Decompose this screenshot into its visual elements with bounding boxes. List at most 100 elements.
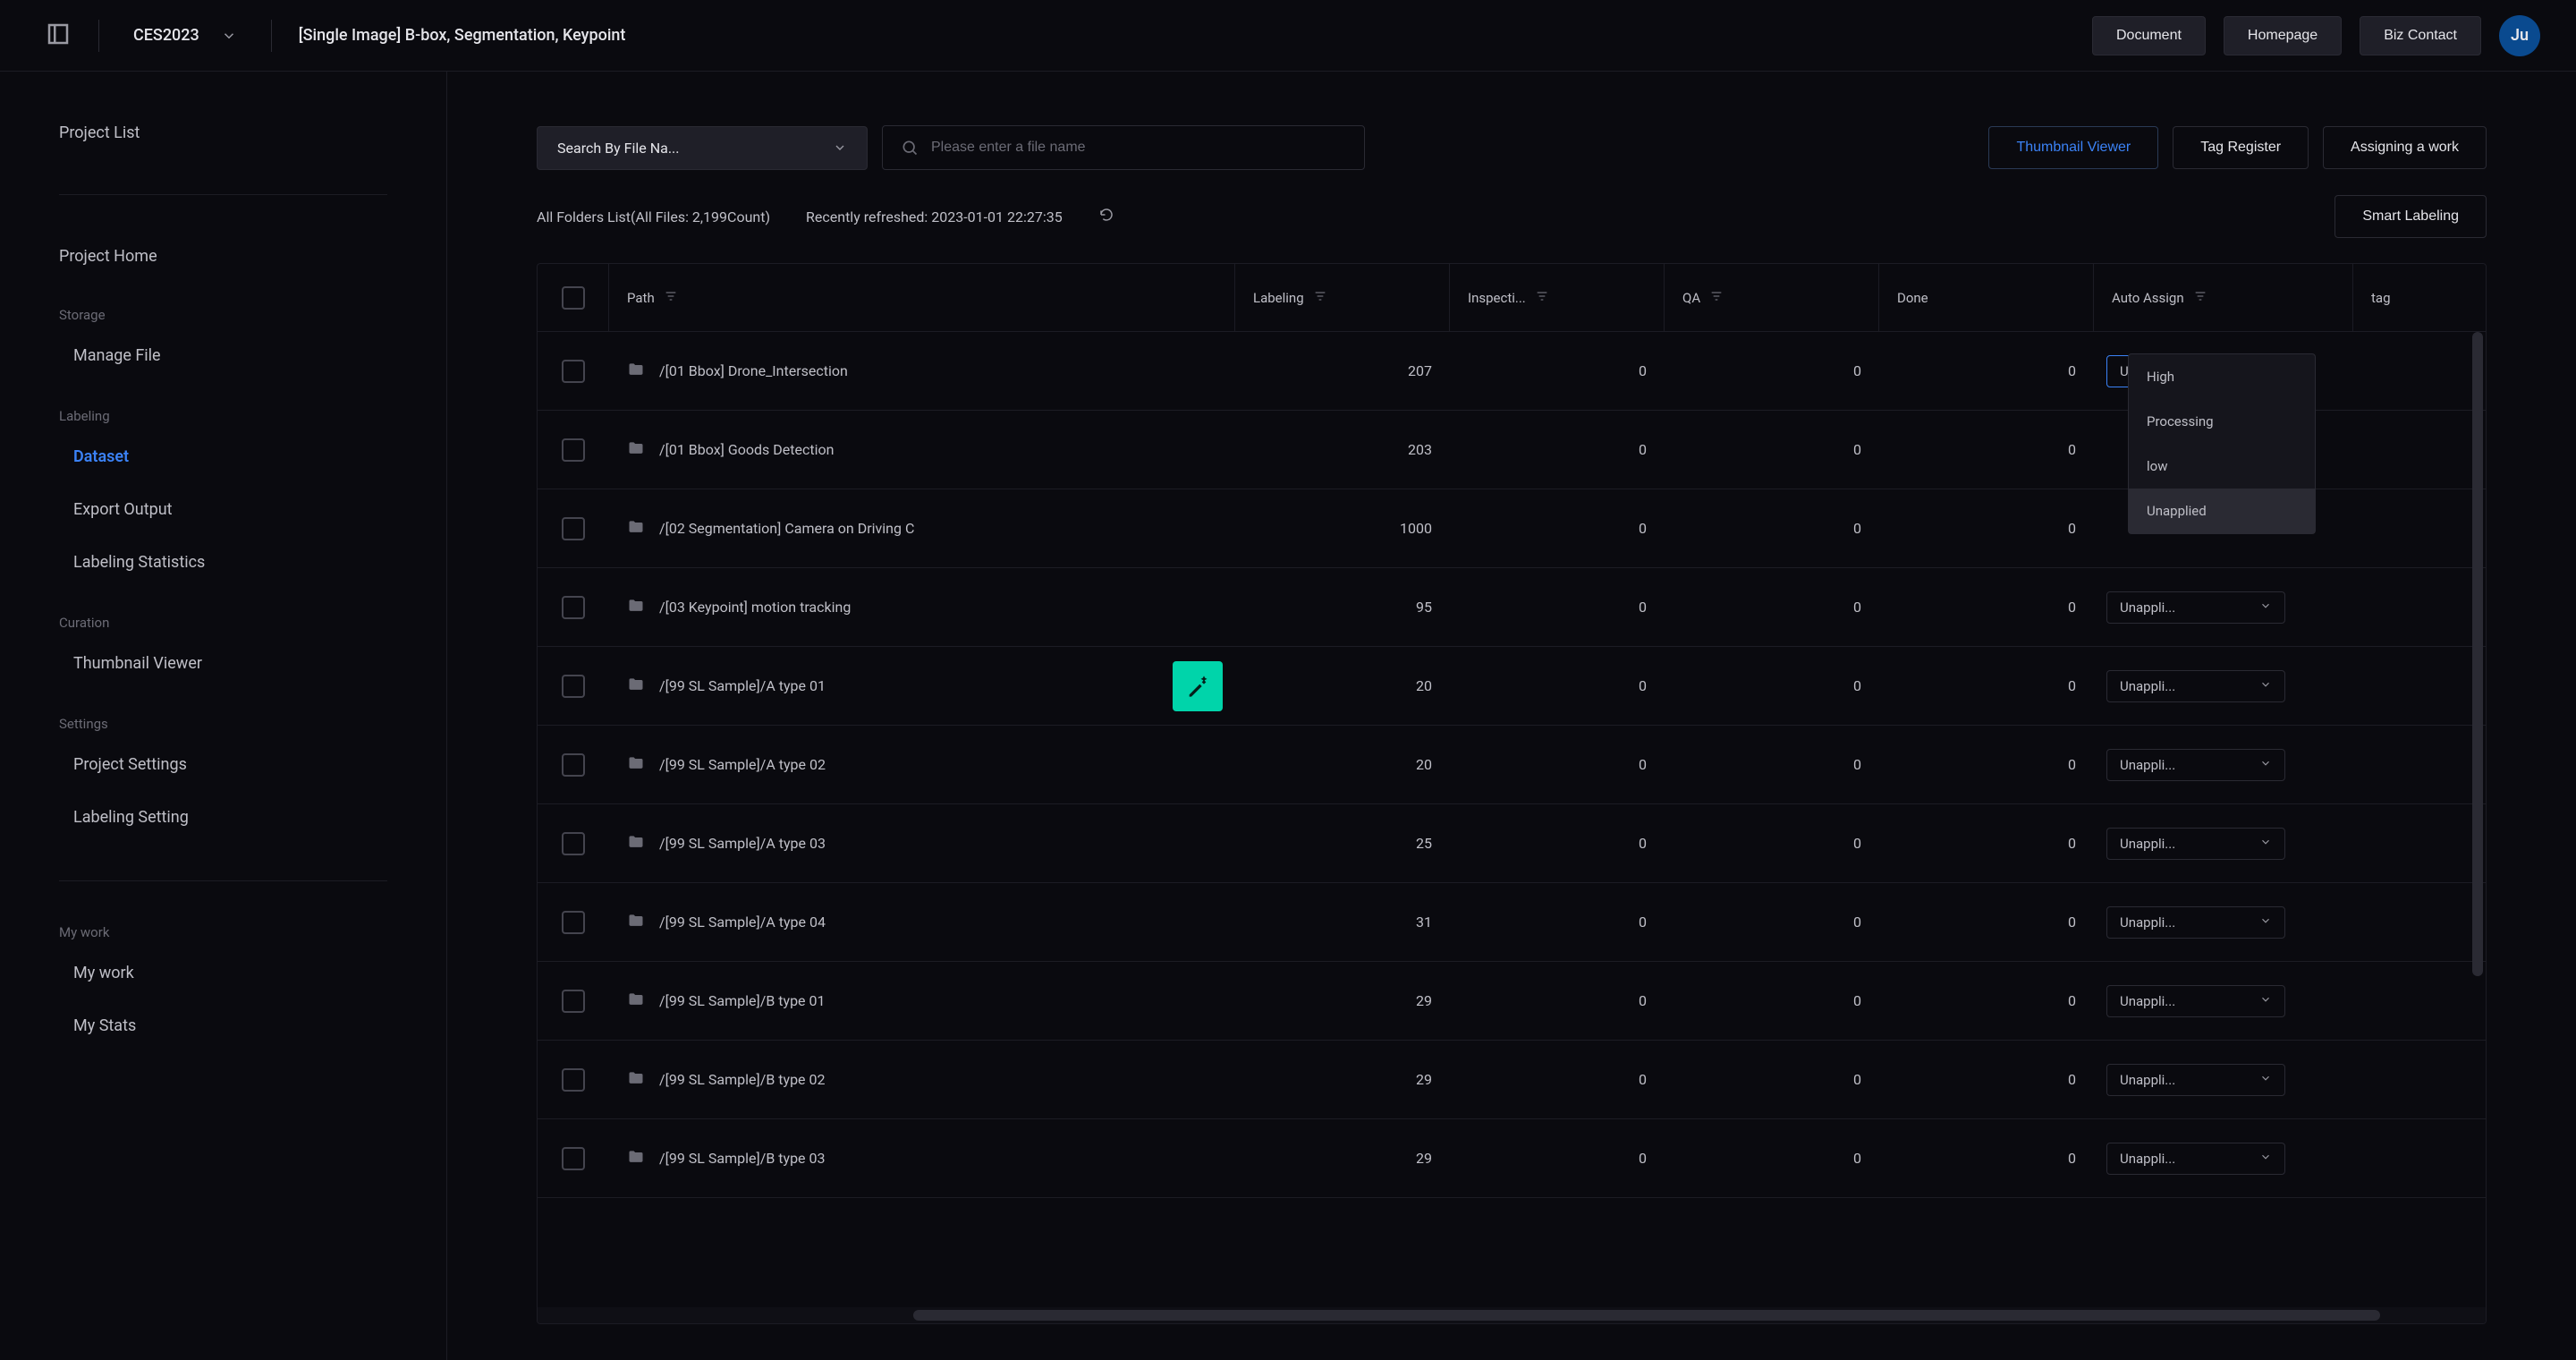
auto-assign-select[interactable]: Unappli... [2106, 1064, 2285, 1096]
col-labeling[interactable]: Labeling [1235, 264, 1450, 331]
sidebar-item-export-output[interactable]: Export Output [0, 489, 446, 530]
path-cell[interactable]: /[99 SL Sample]/B type 02 [609, 1041, 1235, 1118]
auto-assign-select[interactable]: Unappli... [2106, 906, 2285, 939]
table-row[interactable]: /[99 SL Sample]/A type 0220000Unappli... [538, 726, 2486, 804]
labeling-value: 29 [1235, 962, 1450, 1040]
row-checkbox[interactable] [538, 1119, 609, 1197]
select-all-check[interactable] [538, 264, 609, 331]
done-value: 0 [1879, 411, 2094, 489]
path-cell[interactable]: /[99 SL Sample]/A type 02 [609, 726, 1235, 803]
row-checkbox[interactable] [538, 1041, 609, 1118]
folder-icon [627, 518, 645, 540]
path-cell[interactable]: /[99 SL Sample]/B type 03 [609, 1119, 1235, 1197]
sidebar-item-my-stats[interactable]: My Stats [0, 1006, 446, 1046]
row-checkbox[interactable] [538, 647, 609, 725]
row-checkbox[interactable] [538, 804, 609, 882]
path-cell[interactable]: /[99 SL Sample]/A type 04 [609, 883, 1235, 961]
avatar[interactable]: Ju [2499, 15, 2540, 56]
auto-assign-select[interactable]: Unappli... [2106, 670, 2285, 702]
folder-icon [627, 361, 645, 382]
document-button[interactable]: Document [2092, 16, 2206, 55]
path-cell[interactable]: /[99 SL Sample]/B type 01 [609, 962, 1235, 1040]
sidebar-item-project-settings[interactable]: Project Settings [0, 744, 446, 785]
dropdown-option[interactable]: Processing [2129, 399, 2315, 444]
col-auto-assign[interactable]: Auto Assign [2094, 264, 2353, 331]
sidebar-toggle-icon[interactable] [45, 21, 72, 51]
thumbnail-viewer-button[interactable]: Thumbnail Viewer [1988, 126, 2158, 169]
assigning-work-button[interactable]: Assigning a work [2323, 126, 2487, 169]
folder-icon [627, 833, 645, 854]
path-cell[interactable]: /[99 SL Sample]/A type 01 [609, 647, 1235, 725]
horizontal-scrollbar[interactable] [538, 1307, 2486, 1323]
sidebar-item-my-work[interactable]: My work [0, 953, 446, 993]
sidebar-project-list[interactable]: Project List [0, 115, 446, 151]
dropdown-option[interactable]: High [2129, 354, 2315, 399]
search-box[interactable] [882, 125, 1365, 170]
table-row[interactable]: /[99 SL Sample]/A type 0120000Unappli... [538, 647, 2486, 726]
auto-assign-select[interactable]: Unappli... [2106, 1143, 2285, 1175]
dropdown-option[interactable]: low [2129, 444, 2315, 489]
smart-label-row-button[interactable] [1173, 661, 1223, 711]
sidebar-item-labeling-statistics[interactable]: Labeling Statistics [0, 542, 446, 582]
refresh-icon[interactable] [1098, 207, 1114, 226]
filter-icon[interactable] [1709, 289, 1724, 307]
row-checkbox[interactable] [538, 962, 609, 1040]
auto-assign-dropdown[interactable]: HighProcessinglowUnapplied [2128, 353, 2316, 534]
row-checkbox[interactable] [538, 568, 609, 646]
auto-assign-select[interactable]: Unappli... [2106, 828, 2285, 860]
filter-icon[interactable] [1313, 289, 1327, 307]
col-qa[interactable]: QA [1665, 264, 1879, 331]
smart-labeling-button[interactable]: Smart Labeling [2334, 195, 2487, 238]
filter-icon[interactable] [2193, 289, 2207, 307]
inspection-value: 0 [1450, 568, 1665, 646]
sidebar-project-home[interactable]: Project Home [0, 238, 446, 275]
filter-icon[interactable] [1535, 289, 1549, 307]
sidebar-item-labeling-setting[interactable]: Labeling Setting [0, 797, 446, 837]
row-checkbox[interactable] [538, 411, 609, 489]
col-tag[interactable]: tag [2353, 264, 2486, 331]
auto-assign-value: Unappli... [2120, 1151, 2175, 1167]
auto-assign-select[interactable]: Unappli... [2106, 591, 2285, 624]
folder-icon [627, 912, 645, 933]
path-cell[interactable]: /[03 Keypoint] motion tracking [609, 568, 1235, 646]
homepage-button[interactable]: Homepage [2224, 16, 2342, 55]
chevron-down-icon [2259, 678, 2272, 694]
path-cell[interactable]: /[99 SL Sample]/A type 03 [609, 804, 1235, 882]
sidebar-item-thumbnail-viewer[interactable]: Thumbnail Viewer [0, 643, 446, 684]
row-checkbox[interactable] [538, 489, 609, 567]
labeling-value: 31 [1235, 883, 1450, 961]
project-select[interactable]: CES2023 [126, 22, 244, 48]
vertical-scrollbar[interactable] [2470, 332, 2486, 1307]
col-path[interactable]: Path [609, 264, 1235, 331]
scroll-thumb[interactable] [2472, 332, 2483, 976]
path-cell[interactable]: /[01 Bbox] Goods Detection [609, 411, 1235, 489]
table-row[interactable]: /[99 SL Sample]/B type 0129000Unappli... [538, 962, 2486, 1041]
filter-icon[interactable] [664, 289, 678, 307]
row-checkbox[interactable] [538, 883, 609, 961]
tag-cell [2353, 962, 2486, 1040]
path-cell[interactable]: /[01 Bbox] Drone_Intersection [609, 332, 1235, 410]
auto-assign-select[interactable]: Unappli... [2106, 985, 2285, 1017]
labeling-value: 29 [1235, 1119, 1450, 1197]
path-cell[interactable]: /[02 Segmentation] Camera on Driving C [609, 489, 1235, 567]
table-row[interactable]: /[99 SL Sample]/A type 0325000Unappli... [538, 804, 2486, 883]
table-row[interactable]: /[99 SL Sample]/B type 0229000Unappli... [538, 1041, 2486, 1119]
sidebar-item-dataset[interactable]: Dataset [0, 437, 446, 477]
table-row[interactable]: /[99 SL Sample]/A type 0431000Unappli... [538, 883, 2486, 962]
chevron-down-icon [2259, 1151, 2272, 1167]
table-row[interactable]: /[99 SL Sample]/B type 0329000Unappli... [538, 1119, 2486, 1198]
search-mode-select[interactable]: Search By File Na... [537, 126, 868, 170]
scroll-thumb[interactable] [913, 1310, 2380, 1321]
topbar-right: Document Homepage Biz Contact Ju [2092, 15, 2540, 56]
sidebar-item-manage-file[interactable]: Manage File [0, 336, 446, 376]
auto-assign-select[interactable]: Unappli... [2106, 749, 2285, 781]
col-inspection[interactable]: Inspecti... [1450, 264, 1665, 331]
col-done[interactable]: Done [1879, 264, 2094, 331]
tag-register-button[interactable]: Tag Register [2173, 126, 2309, 169]
table-row[interactable]: /[03 Keypoint] motion tracking95000Unapp… [538, 568, 2486, 647]
row-checkbox[interactable] [538, 332, 609, 410]
dropdown-option[interactable]: Unapplied [2129, 489, 2315, 533]
search-input[interactable] [931, 140, 1346, 156]
biz-contact-button[interactable]: Biz Contact [2360, 16, 2481, 55]
row-checkbox[interactable] [538, 726, 609, 803]
